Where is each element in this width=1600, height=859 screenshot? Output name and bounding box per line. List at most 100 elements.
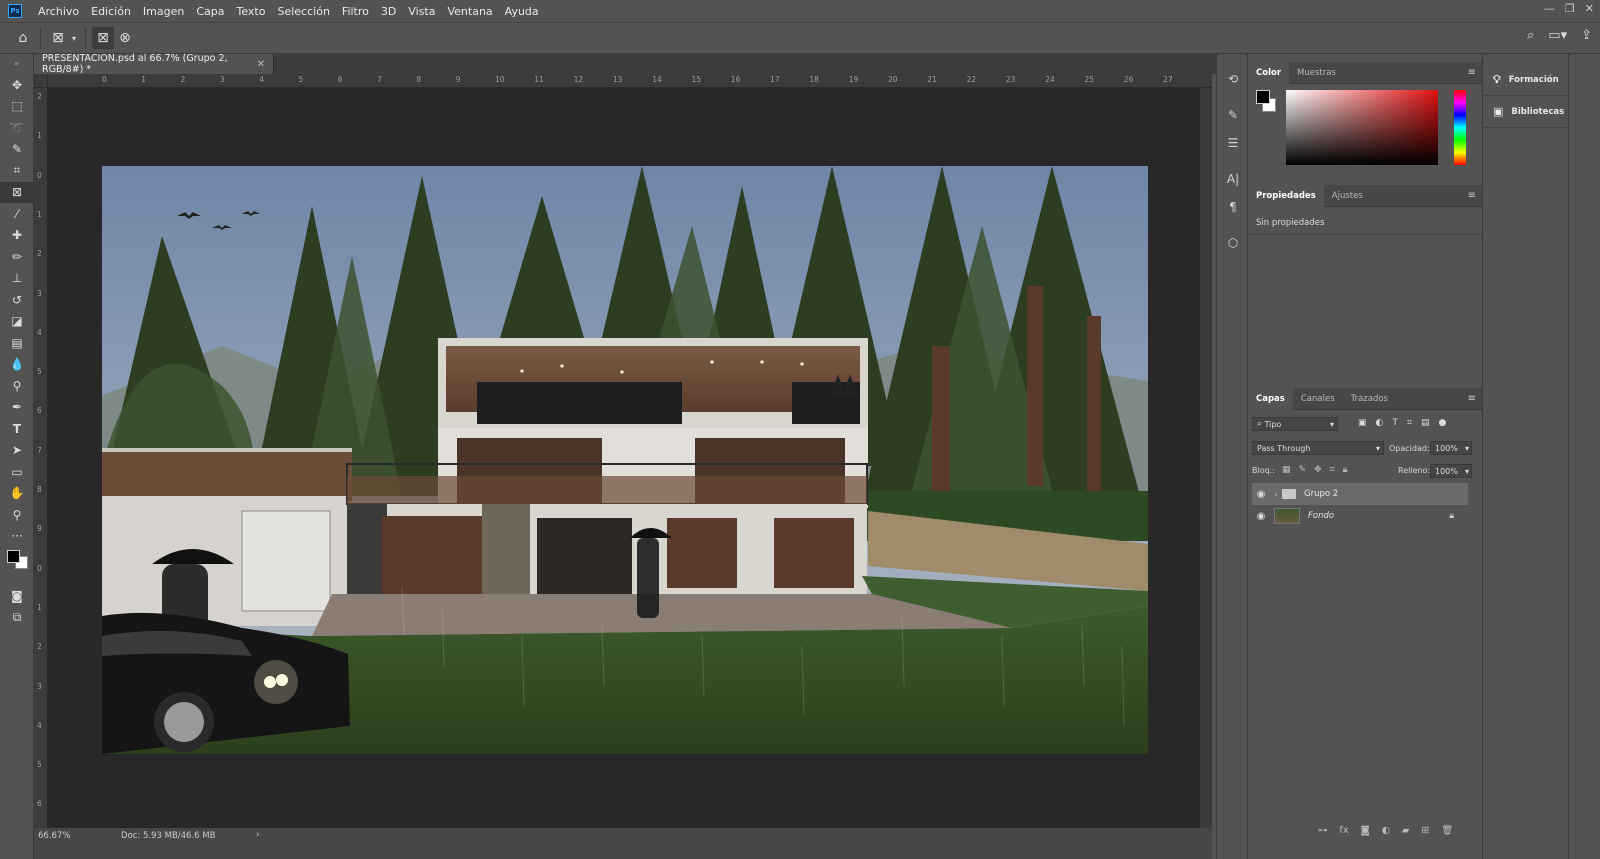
fill-input[interactable]: 100% ▾: [1430, 464, 1472, 478]
filter-pixel-icon[interactable]: ▣: [1358, 418, 1367, 428]
hue-slider[interactable]: [1454, 90, 1466, 165]
healing-icon[interactable]: ✚: [0, 225, 34, 247]
workspace-icon[interactable]: ▭▾: [1548, 28, 1567, 43]
layer-name[interactable]: Fondo: [1308, 511, 1334, 521]
vertical-scrollbar[interactable]: [1200, 88, 1212, 828]
delete-layer-icon[interactable]: 🗑︎: [1441, 825, 1453, 836]
color-swatches[interactable]: [0, 547, 33, 585]
opacity-input[interactable]: 100% ▾: [1430, 441, 1472, 455]
type-icon[interactable]: T: [0, 418, 34, 440]
new-layer-icon[interactable]: ⊞: [1421, 825, 1429, 836]
chevron-right-icon[interactable]: ›: [1270, 490, 1282, 499]
menu-archivo[interactable]: Archivo: [32, 5, 85, 18]
lock-paint-icon[interactable]: ✎: [1299, 465, 1307, 475]
quick-select-icon[interactable]: ✎: [0, 139, 34, 161]
menu-3d[interactable]: 3D: [375, 5, 402, 18]
home-icon[interactable]: ⌂: [12, 27, 34, 49]
tab-color[interactable]: Color: [1248, 61, 1290, 84]
search-icon[interactable]: ⌕: [1527, 28, 1534, 43]
quick-mask-icon[interactable]: ◙: [0, 585, 34, 607]
layer-name[interactable]: Grupo 2: [1304, 489, 1338, 499]
visibility-eye-icon[interactable]: ◉: [1252, 511, 1270, 522]
lock-all-icon[interactable]: 🔒︎: [1343, 465, 1348, 475]
lasso-icon[interactable]: ➰: [0, 117, 34, 139]
move-icon[interactable]: ✥: [0, 74, 34, 96]
eraser-icon[interactable]: ◪: [0, 311, 34, 333]
path-select-icon[interactable]: ➤: [0, 440, 34, 462]
ellipse-frame-icon[interactable]: ⊗: [114, 27, 136, 49]
collapse-icon[interactable]: »: [0, 54, 33, 74]
lock-artboard-icon[interactable]: ⌗: [1330, 465, 1335, 475]
lock-position-icon[interactable]: ✥: [1314, 465, 1322, 475]
hand-icon[interactable]: ✋: [0, 483, 34, 505]
screen-mode-icon[interactable]: ⧉: [0, 607, 34, 629]
chevron-right-icon[interactable]: ›: [256, 830, 260, 840]
tab-canales[interactable]: Canales: [1293, 388, 1343, 410]
new-group-icon[interactable]: ▰: [1402, 825, 1409, 836]
menu-seleccion[interactable]: Selección: [271, 5, 335, 18]
minimize-icon[interactable]: —: [1544, 2, 1555, 15]
link-layers-icon[interactable]: ⊶: [1318, 825, 1328, 836]
bibliotecas-button[interactable]: ▣ Bibliotecas: [1483, 96, 1568, 128]
tab-muestras[interactable]: Muestras: [1289, 62, 1344, 84]
layer-filter-select[interactable]: ⌕ Tipo ▾: [1252, 417, 1338, 431]
zoom-icon[interactable]: ⚲: [0, 504, 34, 526]
frame-tool-preset-icon[interactable]: ⊠: [47, 27, 69, 49]
filter-type-icon[interactable]: T: [1392, 418, 1398, 428]
history-brush-icon[interactable]: ↺: [0, 289, 34, 311]
shape-icon[interactable]: ▭: [0, 461, 34, 483]
paragraph-panel-icon[interactable]: ¶: [1217, 196, 1249, 218]
color-field[interactable]: [1286, 90, 1438, 165]
foreground-color-swatch[interactable]: [7, 550, 20, 563]
lock-transparent-icon[interactable]: ▦: [1282, 465, 1291, 475]
visibility-eye-icon[interactable]: ◉: [1252, 489, 1270, 500]
restore-icon[interactable]: ❐: [1565, 2, 1575, 15]
close-tab-icon[interactable]: ✕: [257, 59, 265, 70]
filter-adjustment-icon[interactable]: ◐: [1376, 418, 1384, 428]
layer-row-fondo[interactable]: ◉ Fondo 🔒︎: [1252, 505, 1468, 527]
layer-mask-icon[interactable]: ◙: [1360, 825, 1369, 836]
close-icon[interactable]: ✕: [1585, 2, 1594, 15]
menu-texto[interactable]: Texto: [231, 5, 272, 18]
pen-icon[interactable]: ✒: [0, 397, 34, 419]
menu-ventana[interactable]: Ventana: [441, 5, 498, 18]
adjustment-layer-icon[interactable]: ◐: [1382, 825, 1390, 836]
panel-menu-icon[interactable]: ≡: [1468, 190, 1476, 201]
blend-mode-select[interactable]: Pass Through ▾: [1252, 441, 1384, 455]
tab-trazados[interactable]: Trazados: [1343, 388, 1396, 410]
tab-capas[interactable]: Capas: [1248, 387, 1293, 410]
zoom-level[interactable]: 66.67%: [38, 831, 70, 841]
filter-toggle-icon[interactable]: ●: [1438, 418, 1446, 428]
tab-ajustes[interactable]: Ajustes: [1324, 185, 1371, 207]
menu-edicion[interactable]: Edición: [85, 5, 137, 18]
color-panel-foreground[interactable]: [1256, 90, 1270, 104]
brush-icon[interactable]: ✏: [0, 246, 34, 268]
filter-smart-object-icon[interactable]: ▤: [1421, 418, 1430, 428]
marquee-icon[interactable]: ⬚: [0, 96, 34, 118]
panel-menu-icon[interactable]: ≡: [1468, 67, 1476, 78]
frame-icon[interactable]: ⊠: [0, 181, 34, 203]
panel-menu-icon[interactable]: ≡: [1468, 393, 1476, 404]
document-tab[interactable]: PRESENTACION.psd al 66.7% (Grupo 2, RGB/…: [34, 53, 274, 75]
stamp-icon[interactable]: ⊥: [0, 268, 34, 290]
menu-ayuda[interactable]: Ayuda: [499, 5, 545, 18]
history-panel-icon[interactable]: ⟲: [1217, 68, 1249, 90]
document-canvas-image[interactable]: [102, 166, 1148, 754]
rect-frame-icon[interactable]: ⊠: [92, 27, 114, 49]
dodge-icon[interactable]: ⚲: [0, 375, 34, 397]
share-icon[interactable]: ⇪: [1581, 28, 1592, 43]
gradient-icon[interactable]: ▤: [0, 332, 34, 354]
layer-row-grupo-2[interactable]: ◉ › Grupo 2: [1252, 483, 1468, 505]
menu-vista[interactable]: Vista: [402, 5, 441, 18]
crop-icon[interactable]: ⌗: [0, 160, 34, 182]
eyedropper-icon[interactable]: ⁄: [0, 203, 34, 225]
blur-icon[interactable]: 💧: [0, 354, 34, 376]
menu-imagen[interactable]: Imagen: [137, 5, 190, 18]
character-panel-icon[interactable]: A|: [1217, 168, 1249, 190]
3d-panel-icon[interactable]: ⬡: [1217, 232, 1249, 254]
layer-style-icon[interactable]: fx: [1340, 825, 1349, 836]
formacion-button[interactable]: 💡︎ Formación: [1483, 64, 1568, 96]
menu-filtro[interactable]: Filtro: [336, 5, 375, 18]
menu-capa[interactable]: Capa: [190, 5, 230, 18]
chevron-down-icon[interactable]: ▾: [69, 27, 79, 49]
